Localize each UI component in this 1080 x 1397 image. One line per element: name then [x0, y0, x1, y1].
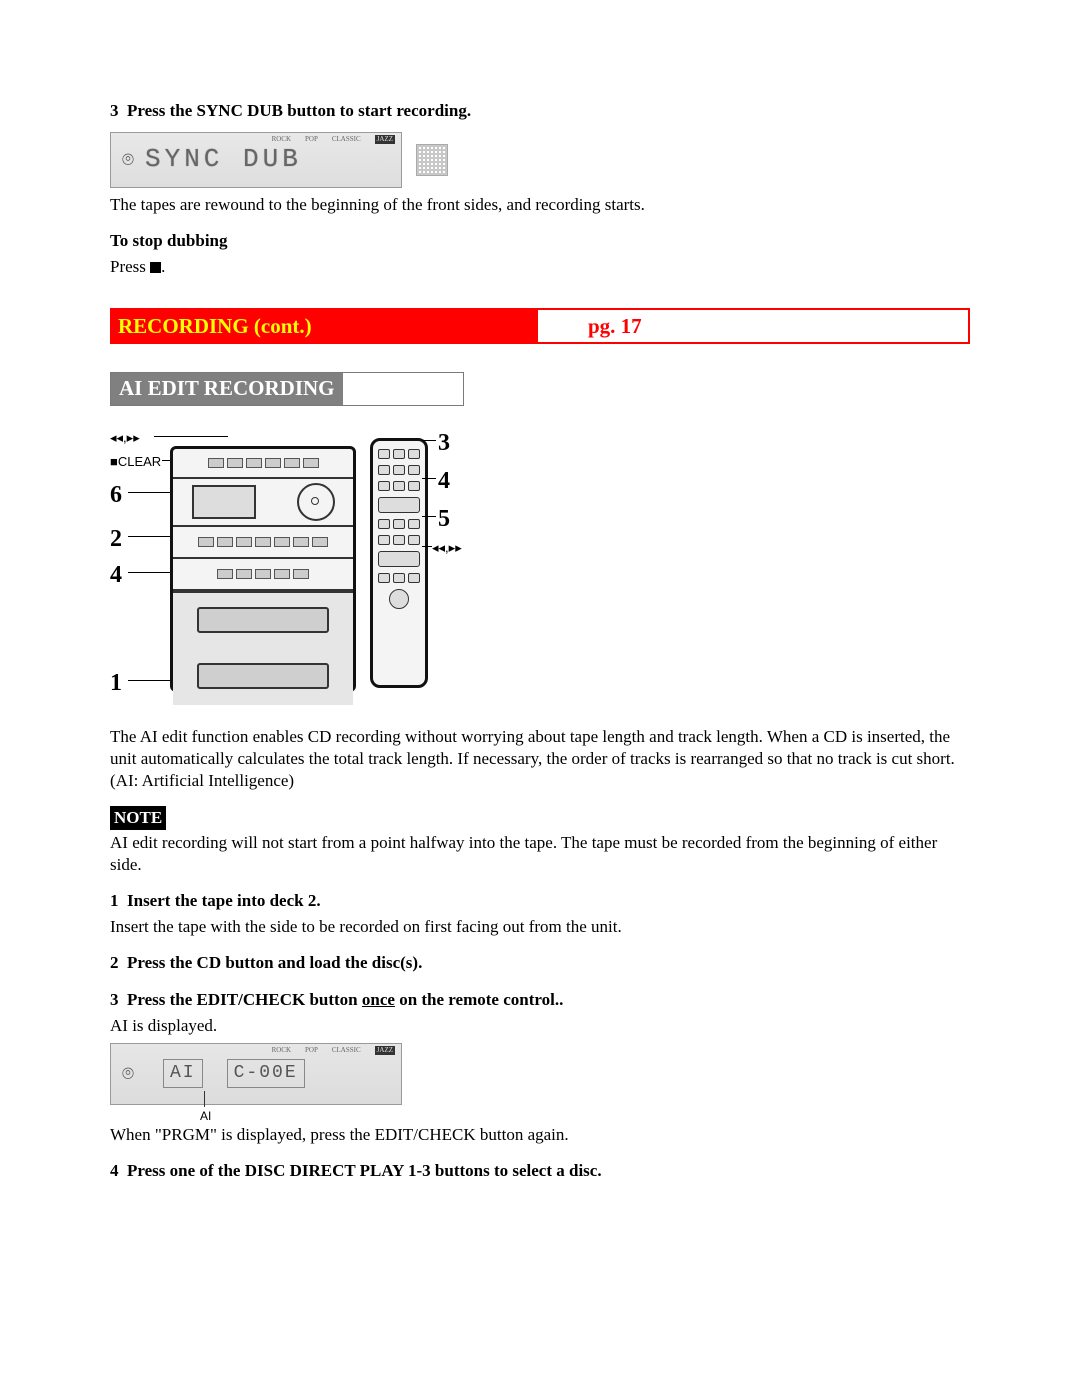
- callout-4-left: 4: [110, 560, 122, 591]
- tape-slot-lower: [173, 649, 353, 705]
- cd-disc-icon: [297, 483, 335, 521]
- stop-dubbing-press: Press .: [110, 256, 970, 278]
- callout-2: 2: [110, 524, 122, 555]
- disc-icon-2: ⌾: [111, 1061, 145, 1087]
- product-diagram: ◂◂,▸▸ ■CLEAR 6 2 4 1: [110, 418, 450, 708]
- lcd-mode-row-2: ROCK POP CLASSIC JAZZ: [151, 1046, 395, 1055]
- callout-6: 6: [110, 480, 122, 511]
- lcd-ai: ROCK POP CLASSIC JAZZ ⌾ AI C-00E: [110, 1043, 402, 1105]
- step3-after: The tapes are rewound to the beginning o…: [110, 194, 970, 216]
- lcd-sync-dub-text: SYNC DUB: [145, 143, 401, 177]
- lcd-mode-row: ROCK POP CLASSIC JAZZ: [151, 135, 395, 144]
- remote-control: [370, 438, 428, 688]
- section-title: RECORDING (cont.): [112, 310, 538, 342]
- callout-4-right: 4: [438, 466, 450, 497]
- lcd-sync-dub: ROCK POP CLASSIC JAZZ ⌾ SYNC DUB: [110, 132, 402, 188]
- note-body: AI edit recording will not start from a …: [110, 832, 970, 876]
- stop-dubbing-heading: To stop dubbing: [110, 230, 970, 252]
- disc-icon: ⌾: [111, 147, 145, 173]
- step2-headline: 2 Press the CD button and load the disc(…: [110, 952, 970, 974]
- ai-heading-box: AI EDIT RECORDING: [110, 372, 464, 405]
- section-page: pg. 17: [578, 310, 652, 342]
- stereo-unit: [170, 446, 356, 692]
- note-label: NOTE: [110, 806, 166, 830]
- lcd-c00e-seg: C-00E: [227, 1059, 305, 1088]
- step1-body: Insert the tape with the side to be reco…: [110, 916, 970, 938]
- ai-heading: AI EDIT RECORDING: [111, 373, 343, 404]
- ai-description: The AI edit function enables CD recordin…: [110, 726, 970, 792]
- callout-1: 1: [110, 668, 122, 699]
- step3b-after: When "PRGM" is displayed, press the EDIT…: [110, 1124, 970, 1146]
- callout-5: 5: [438, 504, 450, 535]
- step3-number: 3: [110, 101, 119, 120]
- callout-3: 3: [438, 428, 450, 459]
- step3b-headline: 3 Press the EDIT/CHECK button once on th…: [110, 989, 970, 1011]
- label-rew-ff: ◂◂,▸▸: [110, 430, 140, 447]
- step3b-body: AI is displayed.: [110, 1015, 970, 1037]
- stop-icon: [150, 262, 161, 273]
- lcd-ai-seg: AI: [163, 1059, 203, 1088]
- step4-headline: 4 Press one of the DISC DIRECT PLAY 1-3 …: [110, 1160, 970, 1182]
- label-rew-ff-right: ◂◂,▸▸: [432, 540, 462, 557]
- tape-slot-upper: [173, 591, 353, 649]
- step3-text: Press the SYNC DUB button to start recor…: [127, 101, 471, 120]
- label-clear: ■CLEAR: [110, 454, 161, 471]
- equalizer-icon: [416, 144, 448, 176]
- ai-sublabel: AI: [200, 1109, 970, 1125]
- step1-headline: 1 Insert the tape into deck 2.: [110, 890, 970, 912]
- section-bar: RECORDING (cont.) pg. 17: [110, 308, 970, 344]
- step3-headline: 3 Press the SYNC DUB button to start rec…: [110, 100, 970, 122]
